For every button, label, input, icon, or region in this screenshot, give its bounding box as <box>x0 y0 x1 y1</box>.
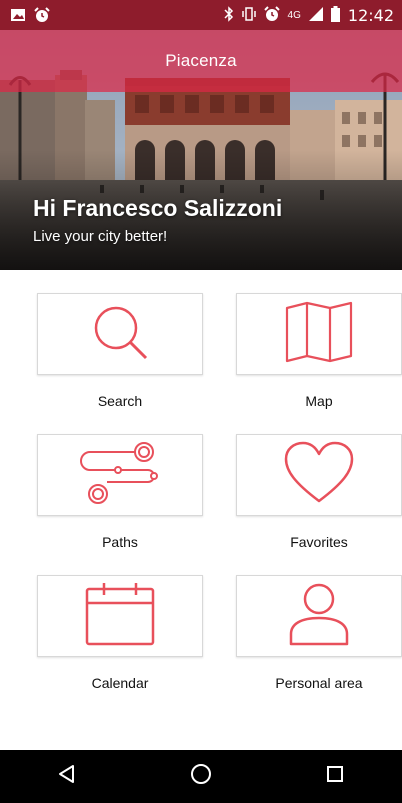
recents-button[interactable] <box>310 757 360 797</box>
back-icon <box>57 764 77 789</box>
personal-area-label: Personal area <box>275 675 363 691</box>
city-name: Piacenza <box>165 51 237 70</box>
greeting-text: Hi Francesco Salizzoni <box>33 195 283 221</box>
signal-icon <box>308 6 323 24</box>
clock: 12:42 <box>347 5 394 25</box>
paths-icon <box>78 440 162 511</box>
alarm-icon <box>34 7 50 28</box>
search-tile-box[interactable] <box>37 293 203 375</box>
calendar-tile[interactable]: Calendar <box>37 575 203 691</box>
calendar-tile-box[interactable] <box>37 575 203 657</box>
favorites-tile-box[interactable] <box>236 434 402 516</box>
map-tile[interactable]: Map <box>236 293 402 409</box>
personal-area-tile[interactable]: Personal area <box>236 575 402 691</box>
app-title-bar: Piacenza <box>0 30 402 92</box>
system-nav-bar <box>0 750 402 803</box>
bluetooth-icon <box>224 5 234 25</box>
heart-icon <box>283 441 355 510</box>
favorites-label: Favorites <box>290 534 348 550</box>
home-button[interactable] <box>176 757 226 797</box>
vibrate-icon <box>241 6 256 25</box>
image-icon <box>10 8 26 27</box>
status-bar: 4G 12:42 <box>0 0 402 30</box>
menu-grid: Search Map Paths Favorites Calendar Pers… <box>0 270 402 750</box>
search-icon <box>88 300 152 369</box>
header-hero: Piacenza Hi Francesco Salizzoni Live you… <box>0 30 402 270</box>
network-type: 4G <box>287 9 301 21</box>
paths-tile[interactable]: Paths <box>37 434 203 550</box>
recents-icon <box>326 765 344 788</box>
calendar-label: Calendar <box>91 675 149 691</box>
back-button[interactable] <box>42 757 92 797</box>
tagline-text: Live your city better! <box>33 228 168 245</box>
map-icon <box>284 300 354 369</box>
paths-label: Paths <box>102 534 138 550</box>
search-tile[interactable]: Search <box>37 293 203 409</box>
map-tile-box[interactable] <box>236 293 402 375</box>
personal-area-tile-box[interactable] <box>236 575 402 657</box>
search-label: Search <box>97 393 143 409</box>
battery-icon <box>330 5 340 25</box>
map-label: Map <box>305 393 333 409</box>
person-icon <box>287 582 351 651</box>
paths-tile-box[interactable] <box>37 434 203 516</box>
favorites-tile[interactable]: Favorites <box>236 434 402 550</box>
alarm-icon <box>263 5 280 25</box>
calendar-icon <box>84 581 156 652</box>
home-icon <box>190 763 212 790</box>
